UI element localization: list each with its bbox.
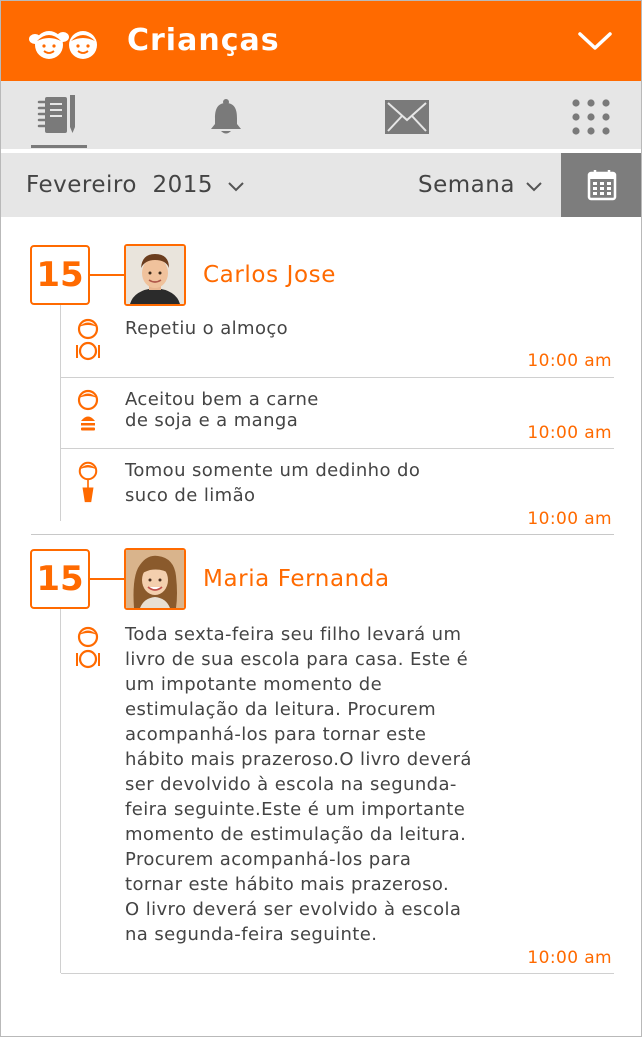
date-badge: 15 xyxy=(30,549,90,609)
chevron-down-icon[interactable] xyxy=(227,181,245,193)
meal-plate-icon xyxy=(76,318,100,361)
meal-plate-icon xyxy=(76,626,100,669)
app-title: Crianças xyxy=(127,23,280,58)
calendar-button[interactable] xyxy=(561,153,641,217)
item-description: Toda sexta-feira seu filho levará um liv… xyxy=(125,624,472,945)
calendar-icon xyxy=(587,170,617,201)
item-time: 10:00 am xyxy=(527,423,612,443)
item-time: 10:00 am xyxy=(527,351,612,371)
connector-line xyxy=(90,274,126,276)
tab-apps[interactable] xyxy=(531,81,641,151)
child-name[interactable]: Maria Fernanda xyxy=(203,566,390,592)
timeline-line xyxy=(60,303,61,521)
month-selector[interactable]: Fevereiro 2015 xyxy=(26,172,213,198)
envelope-icon xyxy=(385,100,429,134)
toolbar xyxy=(1,81,641,151)
date-filter-bar: Fevereiro 2015 Semana xyxy=(1,153,641,217)
grid-dots-icon xyxy=(572,99,610,135)
tab-agenda[interactable] xyxy=(1,81,121,151)
timeline-line xyxy=(60,607,61,973)
child-name[interactable]: Carlos Jose xyxy=(203,262,336,288)
burger-icon xyxy=(77,389,99,431)
active-tab-indicator xyxy=(31,145,87,148)
bell-icon xyxy=(211,99,241,134)
connector-line xyxy=(90,578,126,580)
period-selector[interactable]: Semana xyxy=(418,172,515,198)
kids-faces-logo-icon xyxy=(29,31,97,59)
item-time: 10:00 am xyxy=(527,509,612,529)
item-separator xyxy=(61,377,614,378)
item-separator xyxy=(61,973,614,974)
item-description: Aceitou bem a carne de soja e a manga xyxy=(125,389,319,431)
avatar[interactable] xyxy=(124,548,186,610)
tab-messages[interactable] xyxy=(346,81,466,151)
item-description: Repetiu o almoço xyxy=(125,318,289,339)
avatar[interactable] xyxy=(124,244,186,306)
item-description: Tomou somente um dedinho do suco de limã… xyxy=(125,460,421,506)
entry-separator xyxy=(31,534,614,535)
tab-notifications[interactable] xyxy=(166,81,286,151)
month-label: Fevereiro xyxy=(26,172,137,198)
year-label: 2015 xyxy=(152,172,214,198)
drink-cup-icon xyxy=(78,461,98,503)
chevron-down-icon[interactable] xyxy=(525,181,543,193)
app-frame: Crianças Fevereiro 2015 Semana 15 Carlos… xyxy=(0,0,642,1037)
chevron-down-icon[interactable] xyxy=(577,27,613,55)
item-time: 10:00 am xyxy=(527,948,612,968)
date-badge: 15 xyxy=(30,245,90,305)
notebook-pen-icon xyxy=(37,95,75,133)
app-header: Crianças xyxy=(1,1,641,81)
item-separator xyxy=(61,448,614,449)
